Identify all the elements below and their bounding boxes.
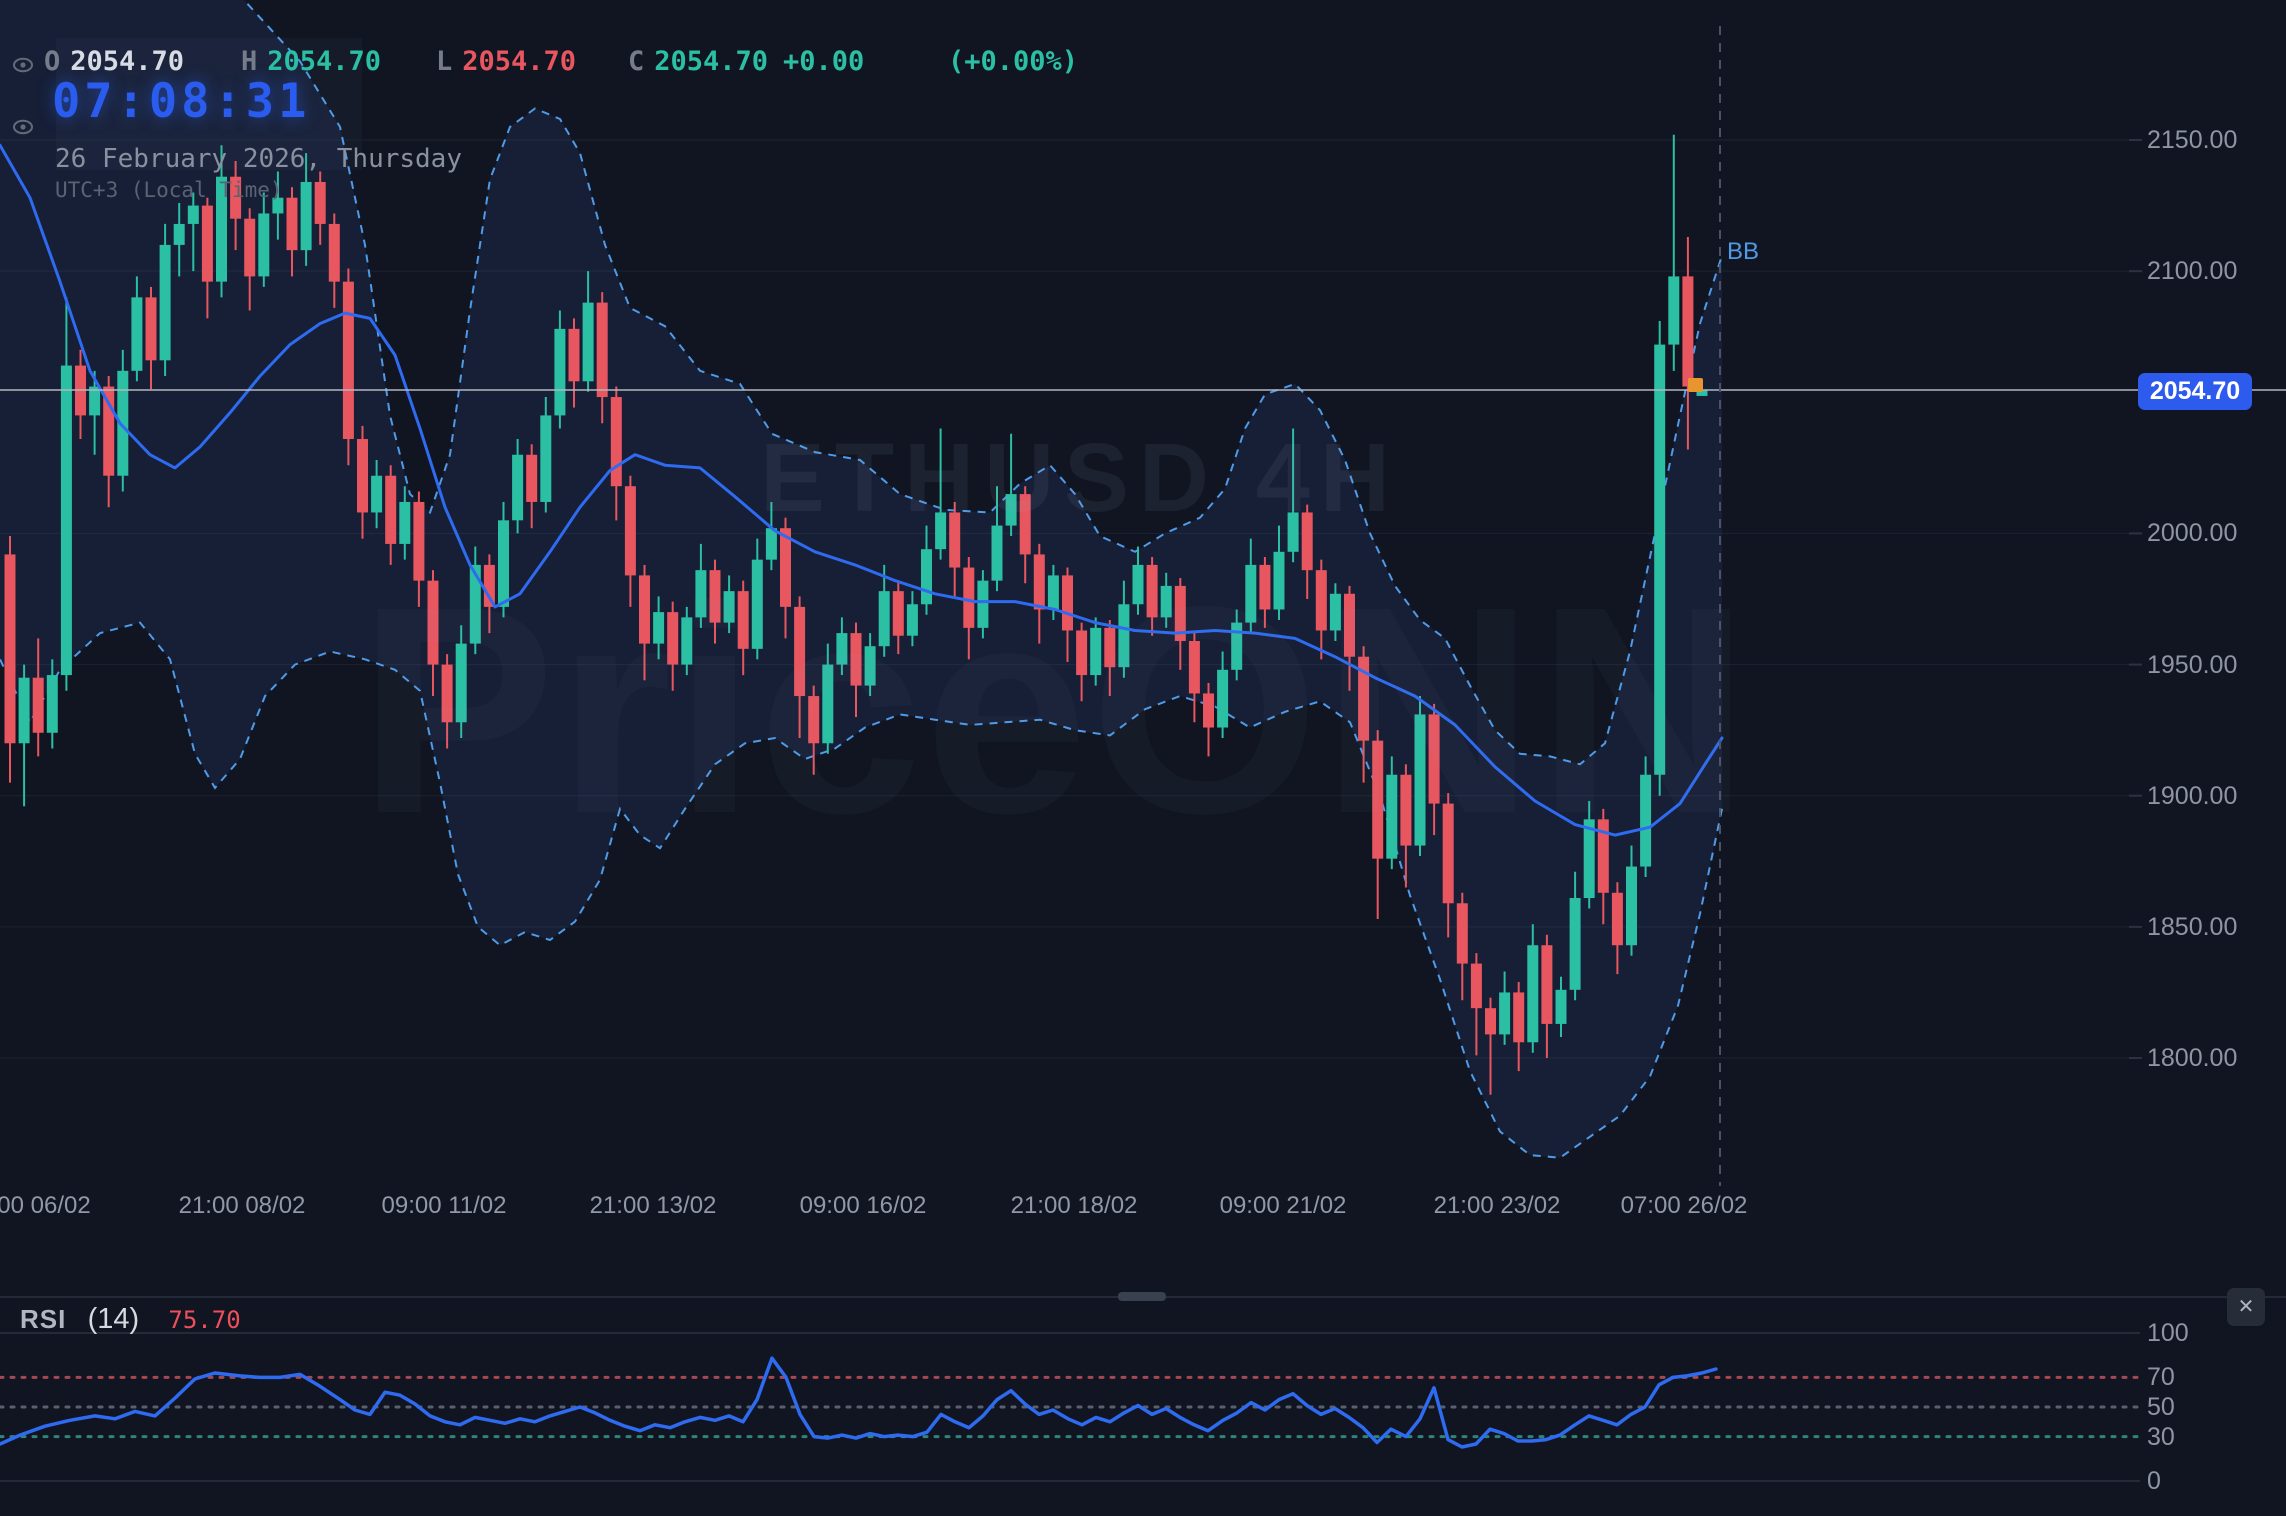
candle-body bbox=[287, 198, 298, 250]
candle-body bbox=[597, 303, 608, 397]
candle-body bbox=[385, 476, 396, 544]
time-tick-label: 21:00 08/02 bbox=[179, 1192, 306, 1220]
candle-body bbox=[160, 245, 171, 360]
bb-series-label: BB bbox=[1727, 238, 1759, 266]
time-tick-label: 09:00 11/02 bbox=[381, 1192, 506, 1220]
price-tick-label: 2150.00 bbox=[2147, 126, 2237, 155]
rsi-name: RSI bbox=[20, 1304, 66, 1334]
candle-body bbox=[329, 224, 340, 282]
candle-body bbox=[33, 678, 44, 733]
candle-body bbox=[61, 366, 72, 676]
symbol-watermark: ETHUSD 4H bbox=[760, 422, 1400, 534]
candle-body bbox=[1556, 990, 1567, 1024]
ohlc-item: O 2054.70 bbox=[44, 46, 184, 77]
price-tick-label: 1850.00 bbox=[2147, 913, 2237, 942]
rsi-period: (14) bbox=[88, 1303, 140, 1335]
price-tick-label: 2000.00 bbox=[2147, 519, 2237, 548]
timezone-label: UTC+3 (Local Time) bbox=[55, 178, 283, 202]
rsi-tick-label: 70 bbox=[2147, 1363, 2175, 1392]
candle-body bbox=[19, 678, 30, 744]
candle-body bbox=[569, 329, 580, 381]
ohlc-value: 2054.70 bbox=[70, 46, 184, 77]
candle-body bbox=[371, 476, 382, 513]
time-tick-label: 21:00 18/02 bbox=[1011, 1192, 1138, 1220]
ohlc-key: O bbox=[44, 46, 60, 77]
ohlc-value: +0.00 bbox=[783, 46, 864, 77]
candle-body bbox=[1457, 903, 1468, 963]
candle-body bbox=[146, 297, 157, 360]
price-tick-label: 1950.00 bbox=[2147, 651, 2237, 680]
candle-body bbox=[1541, 945, 1552, 1024]
eye-icon[interactable] bbox=[10, 114, 36, 140]
candle-body bbox=[1499, 992, 1510, 1034]
price-tick-label: 2100.00 bbox=[2147, 257, 2237, 286]
candle-body bbox=[526, 455, 537, 502]
candle-body bbox=[188, 206, 199, 224]
rsi-tick-label: 50 bbox=[2147, 1393, 2175, 1422]
candle-body bbox=[1471, 964, 1482, 1009]
ohlc-item: H 2054.70 bbox=[241, 46, 381, 77]
candle-body bbox=[1485, 1008, 1496, 1034]
candle-body bbox=[540, 415, 551, 502]
ohlc-key: C bbox=[628, 46, 644, 77]
candle-body bbox=[1668, 276, 1679, 344]
price-tick-label: 1800.00 bbox=[2147, 1044, 2237, 1073]
candle-body bbox=[611, 397, 622, 486]
rsi-value: 75.70 bbox=[168, 1306, 240, 1334]
ohlc-key: H bbox=[241, 46, 257, 77]
ohlc-value: (+0.00%) bbox=[948, 46, 1078, 77]
candle-body bbox=[89, 387, 100, 416]
trading-app: { "header": { "ohlc": [ {"label":"O","va… bbox=[0, 0, 2286, 1516]
candle-body bbox=[1527, 945, 1538, 1042]
time-tick-label: 09:00 21/02 bbox=[1220, 1192, 1347, 1220]
rsi-indicator-header[interactable]: RSI (14) 75.70 bbox=[20, 1303, 241, 1336]
pane-resize-handle[interactable] bbox=[1118, 1292, 1166, 1301]
ohlc-item: +0.00 bbox=[783, 46, 864, 77]
candle-body bbox=[1682, 276, 1693, 386]
candle-body bbox=[1570, 898, 1581, 990]
candle-body bbox=[258, 213, 269, 276]
ohlc-key: L bbox=[436, 46, 452, 77]
brand-watermark: PriceONN bbox=[358, 540, 1751, 880]
candle-body bbox=[1612, 893, 1623, 945]
candle-body bbox=[244, 219, 255, 277]
date-label: 26 February 2026, Thursday bbox=[55, 144, 462, 174]
ohlc-value: 2054.70 bbox=[462, 46, 576, 77]
candle-body bbox=[202, 206, 213, 282]
rsi-tick-label: 100 bbox=[2147, 1319, 2189, 1348]
candle-body bbox=[5, 554, 16, 743]
candle-body bbox=[131, 297, 142, 370]
candle-body bbox=[583, 303, 594, 382]
close-icon[interactable]: ✕ bbox=[2227, 1288, 2265, 1326]
candle-body bbox=[103, 387, 114, 476]
candle-body bbox=[343, 282, 354, 439]
candle-body bbox=[47, 675, 58, 733]
time-tick-label: 09:00 16/02 bbox=[800, 1192, 927, 1220]
digital-clock: 07:08:31 bbox=[52, 74, 310, 129]
eye-icon[interactable] bbox=[10, 52, 36, 78]
candle-body bbox=[399, 502, 410, 544]
ohlc-value: 2054.70 bbox=[654, 46, 768, 77]
ohlc-item: C 2054.70 bbox=[628, 46, 768, 77]
candle-body bbox=[512, 455, 523, 521]
signal-marker bbox=[1688, 378, 1703, 392]
rsi-tick-label: 0 bbox=[2147, 1467, 2161, 1496]
ohlc-value: 2054.70 bbox=[267, 46, 381, 77]
rsi-line bbox=[0, 1358, 1716, 1447]
current-price-badge: 2054.70 bbox=[2138, 373, 2252, 410]
ohlc-item: (+0.00%) bbox=[948, 46, 1078, 77]
candle-body bbox=[357, 439, 368, 512]
candle-body bbox=[174, 224, 185, 245]
candle-body bbox=[554, 329, 565, 416]
time-tick-label: 21:00 23/02 bbox=[1434, 1192, 1561, 1220]
ohlc-item: L 2054.70 bbox=[436, 46, 576, 77]
rsi-tick-label: 30 bbox=[2147, 1423, 2175, 1452]
candle-body bbox=[315, 182, 326, 224]
time-tick-label: 07:00 26/02 bbox=[1621, 1192, 1748, 1220]
price-tick-label: 1900.00 bbox=[2147, 782, 2237, 811]
candle-body bbox=[1513, 992, 1524, 1042]
time-tick-label: 21:00 13/02 bbox=[590, 1192, 717, 1220]
time-tick-label: 00 06/02 bbox=[0, 1192, 91, 1220]
candle-body bbox=[301, 182, 312, 250]
